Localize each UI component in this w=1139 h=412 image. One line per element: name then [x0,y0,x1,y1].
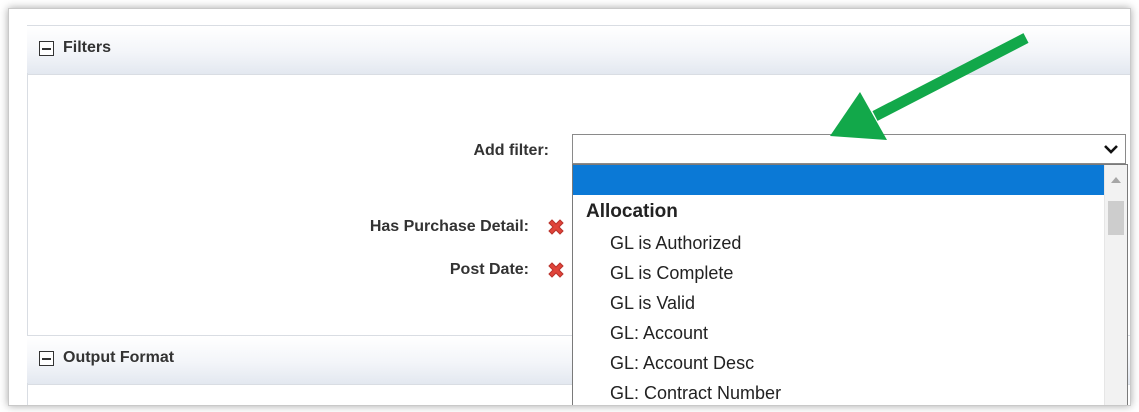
remove-filter-icon[interactable] [545,216,567,238]
dropdown-option[interactable]: GL is Authorized [610,233,741,254]
add-filter-select[interactable] [572,134,1126,164]
has-purchase-detail-label: Has Purchase Detail: [369,218,529,235]
section-border [27,383,28,405]
section-border [27,73,28,335]
scroll-up-icon[interactable] [1111,177,1121,183]
chevron-down-icon [1104,145,1118,154]
output-format-section-title: Output Format [63,349,175,366]
collapse-icon[interactable] [39,41,54,56]
dropdown-group-allocation: Allocation [586,201,678,222]
remove-filter-icon[interactable] [545,259,567,281]
dropdown-option[interactable]: GL is Valid [610,293,695,314]
add-filter-label: Add filter: [473,142,549,159]
dropdown-option-blank[interactable] [573,165,1105,195]
dropdown-option[interactable]: GL: Account [610,323,708,344]
dropdown-scrollbar[interactable] [1104,165,1127,405]
dropdown-option[interactable]: GL: Contract Number [610,383,781,404]
filters-section-header[interactable]: Filters [27,25,1130,75]
dropdown-option[interactable]: GL: Account Desc [610,353,754,374]
scroll-thumb[interactable] [1108,201,1124,235]
collapse-icon[interactable] [39,351,54,366]
report-panel: Filters Add filter: Has Purchase Detail:… [8,8,1131,406]
add-filter-dropdown-list[interactable]: Allocation GL is Authorized GL is Comple… [572,164,1128,405]
dropdown-option[interactable]: GL is Complete [610,263,733,284]
filters-section-title: Filters [63,39,112,56]
post-date-label: Post Date: [449,261,529,278]
